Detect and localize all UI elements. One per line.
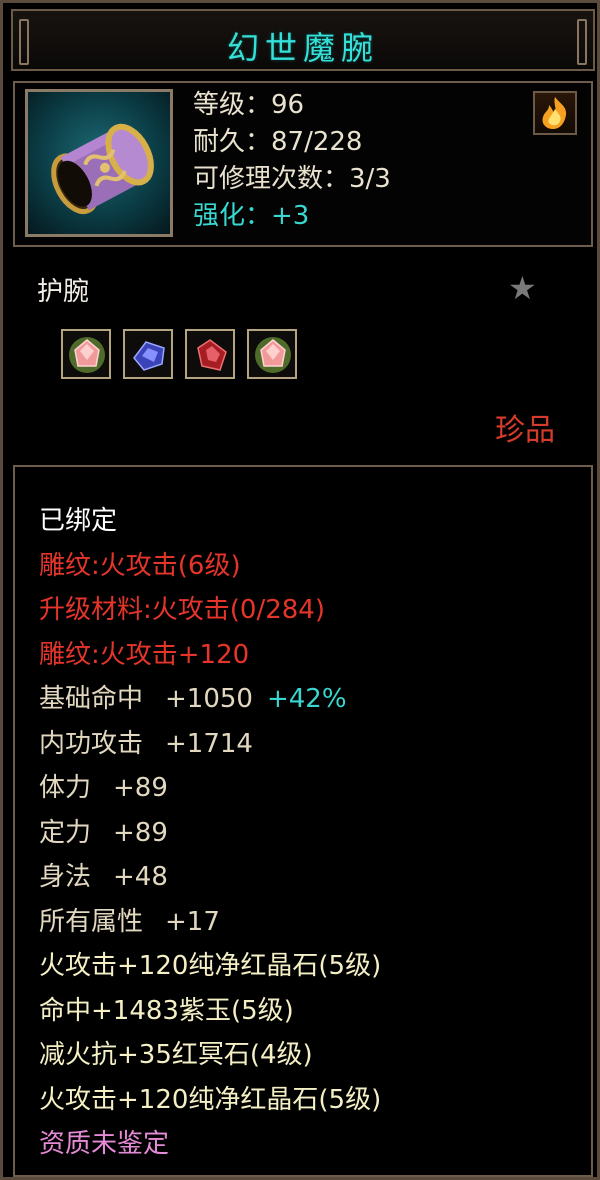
item-stats: 等级：96 耐久：87/228 可修理次数：3/3 强化：+3 (193, 87, 391, 235)
red-crystal-gem-icon[interactable] (185, 329, 235, 379)
hit-label: 基础命中 (39, 684, 144, 714)
hit-stat: 基础命中 +1050 +42% (39, 677, 381, 722)
upgrade-material: 升级材料:火攻击(0/284) (39, 595, 325, 625)
stamina-stat: 体力 +89 (39, 766, 381, 811)
durability-text: 耐久：87/228 (193, 127, 363, 157)
quality-status: 资质未鉴定 (39, 1129, 170, 1159)
focus-label: 定力 (39, 817, 92, 848)
all-attributes-value: +17 (165, 906, 220, 937)
bound-status: 已绑定 (39, 506, 118, 536)
hit-bonus: +42% (266, 684, 347, 714)
inner-attack-label: 内功攻击 (39, 728, 144, 759)
engrave-level: 雕纹:火攻击(6级) (39, 550, 241, 581)
rarity-label: 珍品 (495, 413, 555, 448)
agility-value: +48 (113, 862, 168, 892)
stamina-value: +89 (113, 773, 168, 803)
attribute-list: 已绑定 雕纹:火攻击(6级) 升级材料:火攻击(0/284) 雕纹:火攻击+12… (39, 499, 381, 1167)
hit-value: +1050 (165, 684, 253, 714)
pink-crystal-gem-icon[interactable] (61, 329, 111, 379)
agility-label: 身法 (39, 862, 92, 892)
engrave-bonus: 雕纹:火攻击+120 (39, 639, 250, 670)
repair-count-text: 可修理次数：3/3 (193, 164, 391, 194)
socket-gem-3: 减火抗+35红冥石(4级) (39, 1040, 313, 1070)
socket-gem-2: 命中+1483紫玉(5级) (39, 995, 294, 1026)
all-attributes-label: 所有属性 (39, 906, 144, 937)
enhance-text: 强化：+3 (193, 201, 310, 231)
wristguard-icon[interactable] (25, 89, 173, 237)
star-icon[interactable]: ★ (508, 269, 537, 307)
level-text: 等级：96 (193, 90, 305, 120)
title-bar: 幻世魔腕 (11, 9, 595, 71)
fire-element-icon (533, 91, 577, 135)
socket-gem-4: 火攻击+120纯净红晶石(5级) (39, 1084, 382, 1115)
focus-stat: 定力 +89 (39, 811, 381, 856)
item-info-box: 等级：96 耐久：87/228 可修理次数：3/3 强化：+3 (13, 81, 593, 247)
item-title: 幻世魔腕 (226, 29, 379, 67)
socket-gem-1: 火攻击+120纯净红晶石(5级) (39, 951, 382, 981)
item-tooltip: 幻世魔腕 等级：96 耐久：87/228 可修理次数：3/3 强化：+3 护腕 … (0, 0, 600, 1180)
pink-crystal-gem-icon[interactable] (247, 329, 297, 379)
inner-attack-value: +1714 (165, 728, 253, 759)
agility-stat: 身法 +48 (39, 855, 381, 900)
blue-crystal-gem-icon[interactable] (123, 329, 173, 379)
all-attributes-stat: 所有属性 +17 (39, 900, 381, 945)
stamina-label: 体力 (39, 773, 92, 803)
item-type: 护腕 (37, 277, 90, 307)
inner-attack-stat: 内功攻击 +1714 (39, 722, 381, 767)
attribute-box: 已绑定 雕纹:火攻击(6级) 升级材料:火攻击(0/284) 雕纹:火攻击+12… (13, 465, 593, 1177)
focus-value: +89 (113, 817, 168, 848)
